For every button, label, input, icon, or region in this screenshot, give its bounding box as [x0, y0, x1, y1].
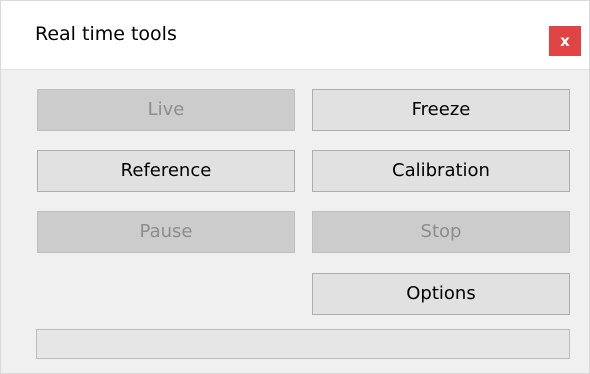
calibration-button[interactable]: Calibration	[312, 150, 570, 192]
window-title: Real time tools	[35, 23, 177, 45]
live-button: Live	[37, 89, 295, 131]
progress-bar	[36, 329, 570, 359]
title-bar[interactable]: Real time tools x	[1, 1, 589, 70]
stop-button: Stop	[312, 211, 570, 253]
real-time-tools-window: Real time tools x Live Freeze Reference …	[0, 0, 590, 374]
freeze-button[interactable]: Freeze	[312, 89, 570, 131]
reference-button[interactable]: Reference	[37, 150, 295, 192]
options-button[interactable]: Options	[312, 273, 570, 315]
close-icon: x	[560, 32, 570, 50]
close-button[interactable]: x	[549, 26, 581, 56]
pause-button: Pause	[37, 211, 295, 253]
